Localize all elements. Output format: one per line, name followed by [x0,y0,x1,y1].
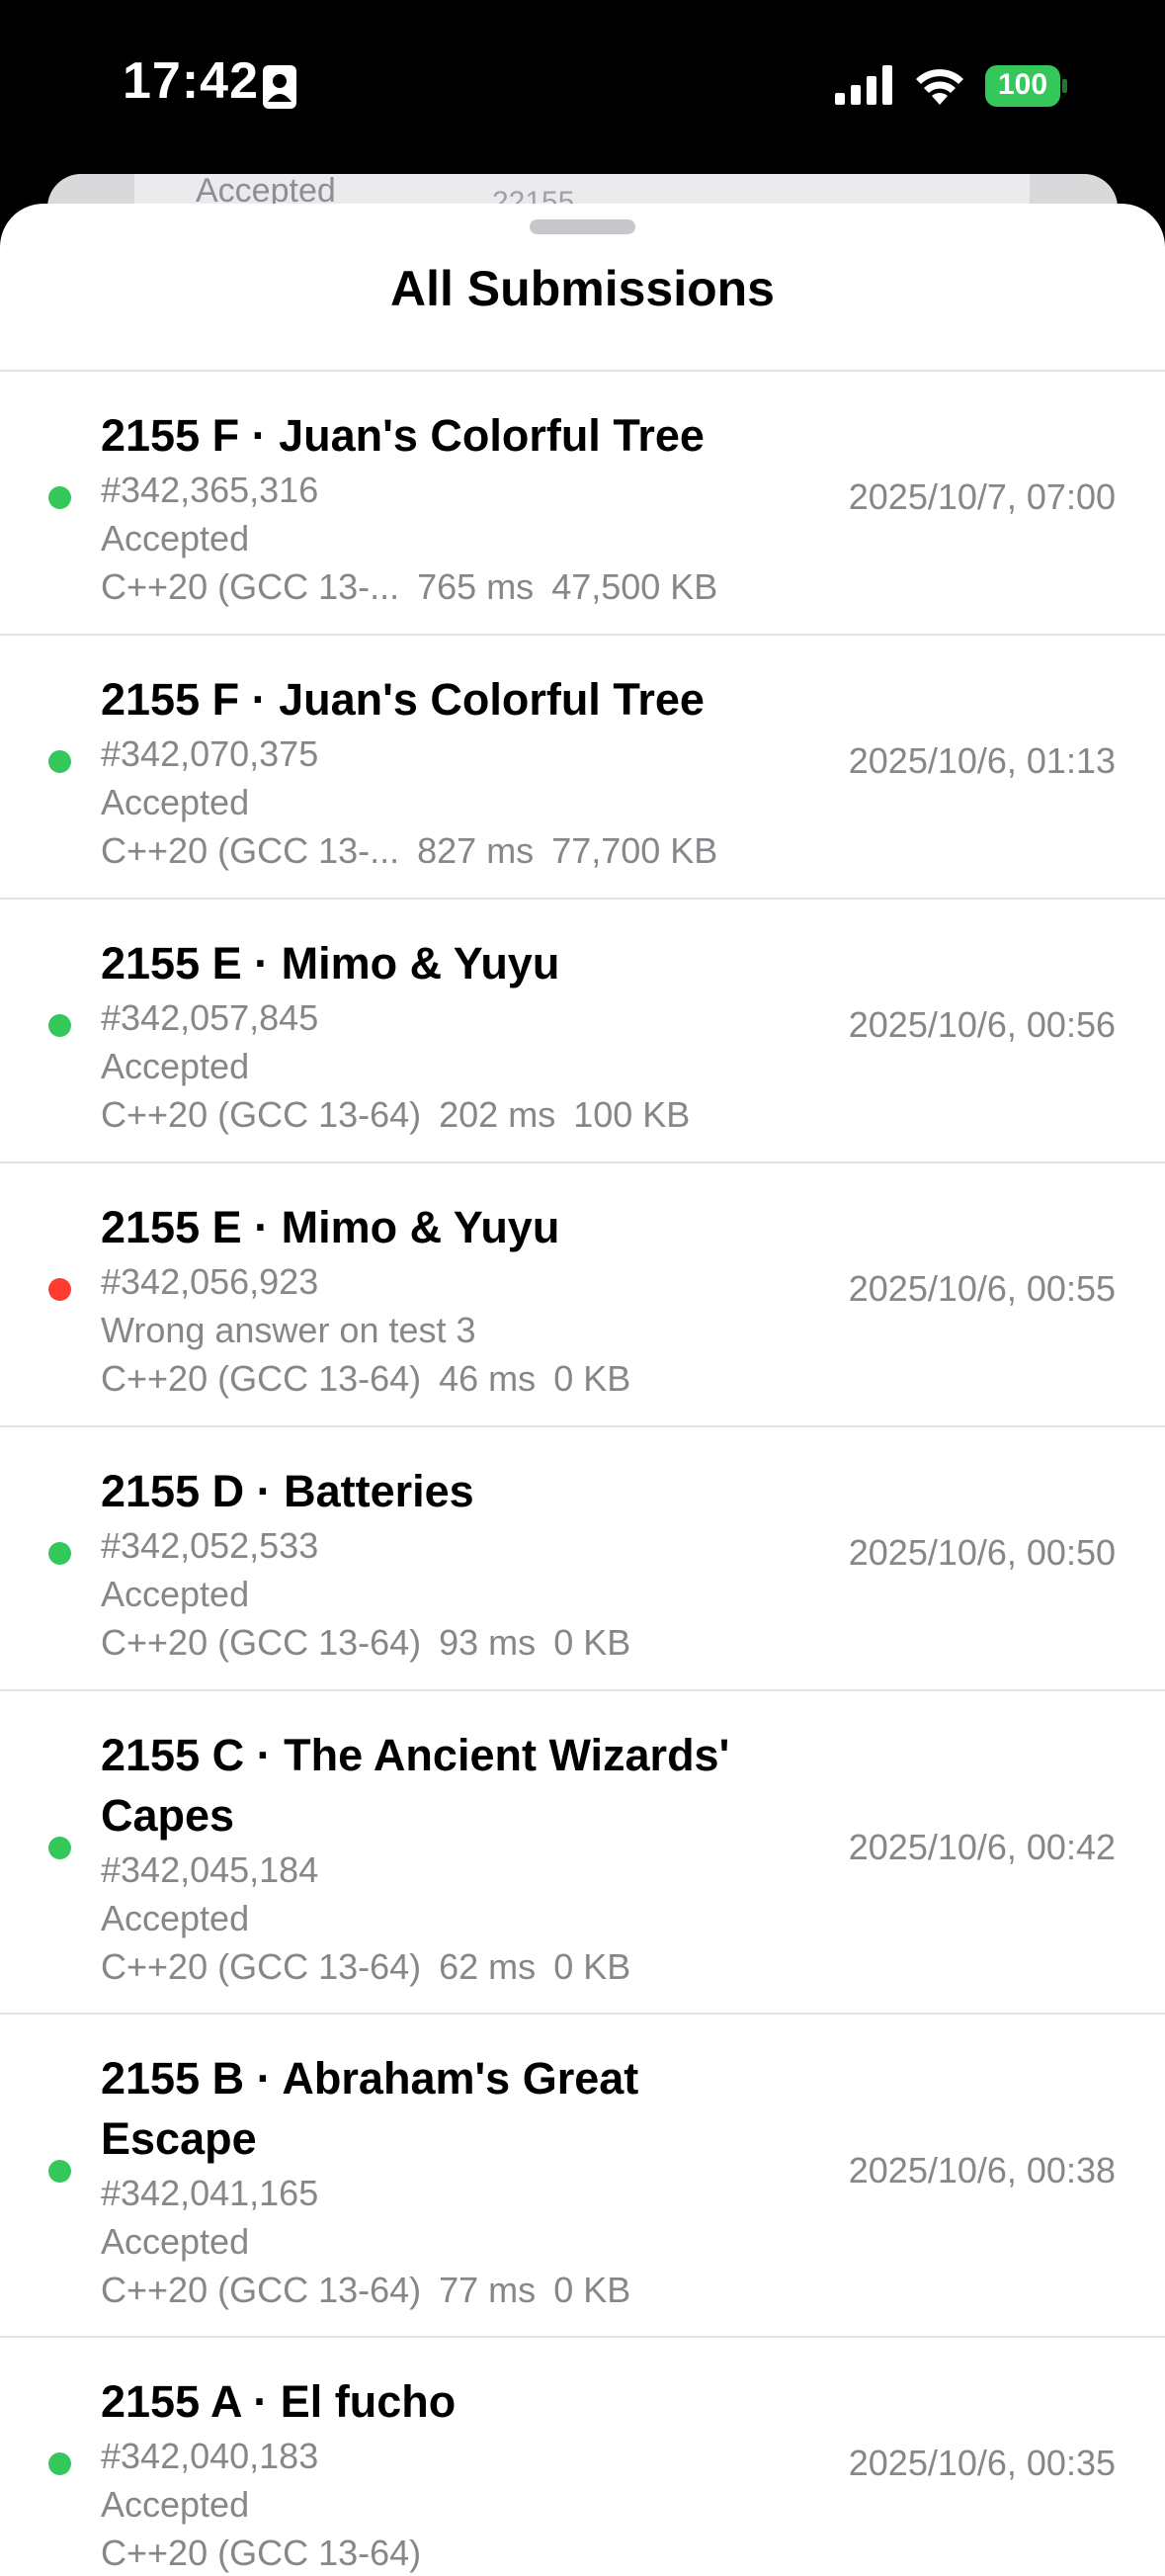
submission-date: 2025/10/6, 00:35 [848,2443,1116,2483]
verdict: Wrong answer on test 3 [101,1310,476,1350]
status-dot [48,486,71,509]
submission-content: 2155 E · Mimo & Yuyu #342,057,845 Accept… [101,933,773,1139]
metrics: C++20 (GCC 13-64) 93 ms 0 KB [101,1618,773,1667]
submission-row[interactable]: 2155 C · The Ancient Wizards' Capes #342… [0,1689,1165,2013]
sheet-title: All Submissions [390,261,775,316]
problem-title: 2155 F · Juan's Colorful Tree [101,674,705,725]
submission-row[interactable]: 2155 A · El fucho #342,040,183 Accepted … [0,2336,1165,2576]
cellular-signal-icon [835,65,894,110]
metrics: C++20 (GCC 13-64) 46 ms 0 KB [101,1354,773,1403]
verdict: Accepted [101,518,250,558]
status-dot [48,1014,71,1037]
language: C++20 (GCC 13-... [101,566,400,607]
submission-id: #342,040,183 [101,2436,319,2476]
submission-date: 2025/10/6, 00:50 [848,1532,1116,1573]
submission-content: 2155 F · Juan's Colorful Tree #342,070,3… [101,669,773,875]
submission-content: 2155 F · Juan's Colorful Tree #342,365,3… [101,405,773,611]
submission-content: 2155 B · Abraham's Great Escape #342,041… [101,2048,773,2314]
battery-icon: 100 [985,65,1068,112]
submission-id: #342,057,845 [101,997,319,1038]
submission-content: 2155 E · Mimo & Yuyu #342,056,923 Wrong … [101,1197,773,1403]
exec-time: 202 ms [439,1094,556,1135]
exec-time: 77 ms [439,2270,537,2310]
metrics: C++20 (GCC 13-64) 202 ms 100 KB [101,1090,773,1139]
language: C++20 (GCC 13-64) [101,1946,422,1987]
memory: 77,700 KB [551,830,718,871]
status-dot [48,750,71,773]
submission-id: #342,041,165 [101,2173,319,2213]
language: C++20 (GCC 13-64) [101,1094,422,1135]
submission-row[interactable]: 2155 E · Mimo & Yuyu #342,057,845 Accept… [0,898,1165,1161]
submission-date: 2025/10/7, 07:00 [848,476,1116,517]
battery-level: 100 [997,68,1048,101]
problem-title: 2155 D · Batteries [101,1466,474,1516]
verdict: Accepted [101,1574,250,1614]
submission-row[interactable]: 2155 F · Juan's Colorful Tree #342,070,3… [0,634,1165,898]
verdict: Accepted [101,2221,250,2262]
status-dot [48,2160,71,2183]
memory: 0 KB [553,1622,631,1663]
submission-date: 2025/10/6, 00:42 [848,1827,1116,1867]
language: C++20 (GCC 13-64) [101,1358,422,1399]
status-dot [48,1837,71,1859]
problem-title: 2155 B · Abraham's Great Escape [101,2053,639,2164]
problem-title: 2155 A · El fucho [101,2376,457,2427]
problem-title: 2155 E · Mimo & Yuyu [101,938,560,988]
language: C++20 (GCC 13-... [101,830,400,871]
submission-content: 2155 A · El fucho #342,040,183 Accepted … [101,2371,773,2576]
verdict: Accepted [101,2484,250,2525]
exec-time: 827 ms [417,830,535,871]
metrics: C++20 (GCC 13-64) [101,2529,773,2576]
verdict: Accepted [101,782,250,822]
status-dot [48,1278,71,1301]
problem-title: 2155 C · The Ancient Wizards' Capes [101,1730,730,1841]
wifi-icon [913,63,966,110]
submission-content: 2155 C · The Ancient Wizards' Capes #342… [101,1725,773,1991]
metrics: C++20 (GCC 13-... 765 ms 47,500 KB [101,562,773,611]
submission-date: 2025/10/6, 00:56 [848,1004,1116,1045]
memory: 0 KB [553,2270,631,2310]
metrics: C++20 (GCC 13-64) 77 ms 0 KB [101,2266,773,2314]
problem-title: 2155 F · Juan's Colorful Tree [101,410,705,461]
memory: 0 KB [553,1946,631,1987]
metrics: C++20 (GCC 13-64) 62 ms 0 KB [101,1942,773,1991]
submission-date: 2025/10/6, 00:38 [848,2150,1116,2190]
memory: 47,500 KB [551,566,718,607]
language: C++20 (GCC 13-64) [101,2270,422,2310]
submission-row[interactable]: 2155 F · Juan's Colorful Tree #342,365,3… [0,370,1165,634]
memory: 0 KB [553,1358,631,1399]
submission-id: #342,070,375 [101,733,319,774]
submission-row[interactable]: 2155 B · Abraham's Great Escape #342,041… [0,2013,1165,2336]
status-time: 17:42 [123,52,259,110]
language: C++20 (GCC 13-64) [101,2533,422,2573]
submissions-sheet: All Submissions 2155 F · Juan's Colorful… [0,204,1165,2576]
status-dot [48,1542,71,1565]
submission-row[interactable]: 2155 D · Batteries #342,052,533 Accepted… [0,1425,1165,1689]
metrics: C++20 (GCC 13-... 827 ms 77,700 KB [101,826,773,875]
exec-time: 765 ms [417,566,535,607]
exec-time: 93 ms [439,1622,537,1663]
submission-row[interactable]: 2155 E · Mimo & Yuyu #342,056,923 Wrong … [0,1161,1165,1425]
verdict: Accepted [101,1898,250,1938]
status-bar: 17:42 100 [0,0,1165,168]
status-dot [48,2452,71,2475]
memory: 100 KB [573,1094,691,1135]
verdict: Accepted [101,1046,250,1086]
problem-title: 2155 E · Mimo & Yuyu [101,1202,560,1252]
contact-card-icon [262,64,297,115]
submissions-list: 2155 F · Juan's Colorful Tree #342,365,3… [0,370,1165,2576]
submission-id: #342,365,316 [101,470,319,510]
submission-id: #342,052,533 [101,1525,319,1566]
exec-time: 46 ms [439,1358,537,1399]
submission-date: 2025/10/6, 01:13 [848,740,1116,781]
language: C++20 (GCC 13-64) [101,1622,422,1663]
submission-date: 2025/10/6, 00:55 [848,1268,1116,1309]
submission-id: #342,056,923 [101,1261,319,1302]
submission-id: #342,045,184 [101,1849,319,1890]
sheet-grabber[interactable] [530,219,635,234]
exec-time: 62 ms [439,1946,537,1987]
submission-content: 2155 D · Batteries #342,052,533 Accepted… [101,1461,773,1667]
